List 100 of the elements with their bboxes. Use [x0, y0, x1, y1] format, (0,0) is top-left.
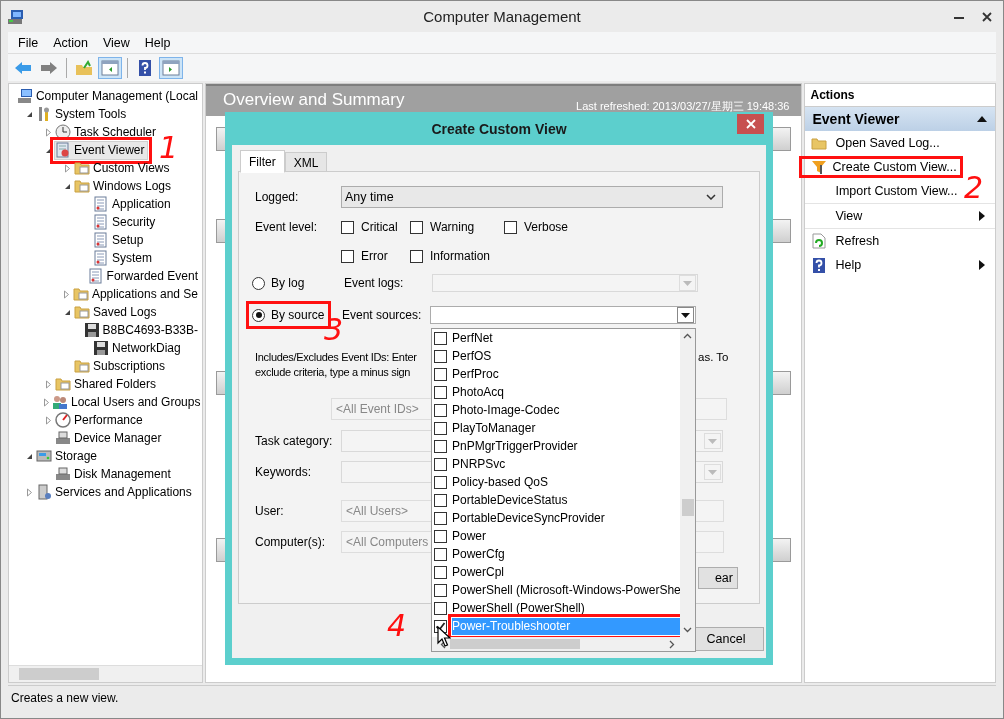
tree-item[interactable]: NetworkDiag	[92, 338, 185, 358]
checkbox[interactable]	[434, 511, 447, 525]
tree-item[interactable]: B8BC4693-B33B-	[82, 320, 202, 340]
tab[interactable]: Filter	[240, 150, 285, 173]
document-icon	[87, 268, 104, 284]
checkbox[interactable]	[434, 439, 447, 453]
tree-item[interactable]: Security	[92, 212, 160, 232]
tree-item[interactable]: Services and Applications	[35, 482, 196, 502]
list-item[interactable]: PerfProc	[452, 365, 505, 383]
checkbox[interactable]	[434, 403, 447, 417]
menu-item[interactable]: Action	[53, 35, 88, 50]
tree-item[interactable]: Device Manager	[54, 428, 166, 448]
pane-toggle-button[interactable]	[98, 56, 122, 79]
log-viewer-icon	[55, 142, 71, 158]
tree-item[interactable]: Computer Management (Local	[15, 86, 202, 106]
tree-item[interactable]: System Tools	[35, 104, 131, 124]
tree-item[interactable]: Setup	[92, 230, 148, 250]
checkbox[interactable]	[434, 421, 447, 435]
tree-item[interactable]: Subscriptions	[73, 356, 170, 376]
command-link[interactable]: Create Custom View...	[802, 159, 960, 175]
checkbox[interactable]	[434, 367, 447, 381]
radio-button[interactable]: By log	[252, 273, 327, 293]
list-item[interactable]: Photo-Image-Codec	[452, 401, 566, 419]
checkbox[interactable]	[434, 385, 447, 399]
collapse-icon[interactable]	[977, 116, 987, 122]
document-icon	[93, 214, 109, 230]
clear-button[interactable]: ear	[698, 567, 738, 589]
checkbox[interactable]: Warning	[410, 220, 504, 234]
checkbox[interactable]	[434, 349, 447, 363]
device-icon	[55, 430, 71, 446]
command-link[interactable]: Import Custom View...	[832, 183, 961, 199]
tree-item[interactable]: Local Users and Groups	[51, 392, 202, 412]
scroll-thumb[interactable]	[19, 668, 99, 680]
list-item[interactable]: PerfOS	[452, 347, 498, 365]
list-item[interactable]: PortableDeviceStatus	[452, 491, 574, 509]
list-item[interactable]: PowerCfg	[452, 545, 511, 563]
window-title: Computer Management	[423, 8, 581, 25]
checkbox[interactable]	[434, 547, 447, 561]
checkbox[interactable]: Information	[410, 249, 520, 263]
checkbox[interactable]	[434, 529, 447, 543]
tree-item[interactable]: Applications and Se	[71, 284, 202, 304]
tree-item[interactable]: Shared Folders	[54, 374, 161, 394]
mouse-cursor-icon	[437, 626, 451, 648]
logged-dropdown[interactable]: Any time	[341, 186, 723, 208]
checkbox[interactable]	[434, 583, 447, 597]
checkbox[interactable]	[434, 331, 447, 345]
folder-icon	[811, 135, 827, 151]
list-item[interactable]: PowerShell (Microsoft-Windows-PowerShe	[452, 581, 680, 599]
tree-item[interactable]: Performance	[54, 410, 147, 430]
tree-item[interactable]: Saved Logs	[73, 302, 161, 322]
pane-toggle-button[interactable]	[159, 56, 183, 79]
scroll-thumb[interactable]	[681, 499, 694, 516]
scrollbar[interactable]	[680, 329, 695, 637]
list-item[interactable]: PowerCpl	[452, 563, 511, 581]
checkbox[interactable]: Verbose	[504, 220, 604, 234]
checkbox[interactable]: Critical	[341, 220, 410, 234]
scroll-right-icon[interactable]	[669, 639, 675, 649]
command-link[interactable]: Refresh	[832, 233, 883, 249]
field-label: Computer(s):	[254, 535, 326, 549]
scrollbar[interactable]	[432, 637, 695, 651]
list-item[interactable]: PerfNet	[452, 329, 499, 347]
scroll-down-icon[interactable]	[683, 627, 692, 633]
list-item[interactable]: PNRPSvc	[452, 455, 512, 473]
list-item[interactable]: PlayToManager	[452, 419, 542, 437]
checkbox[interactable]	[434, 565, 447, 579]
list-item[interactable]: PhotoAcq	[452, 383, 511, 401]
computer-icon	[7, 7, 25, 26]
menu-item[interactable]: Help	[144, 35, 171, 50]
list-item[interactable]: PowerShell (PowerShell)	[452, 599, 591, 617]
section-header[interactable]: Event Viewer	[805, 107, 995, 131]
tree-item[interactable]: System	[92, 248, 156, 268]
checkbox[interactable]: Error	[341, 249, 410, 263]
tree-item[interactable]: Forwarded Event	[86, 266, 202, 286]
gauge-icon	[55, 412, 71, 428]
command-link[interactable]: Help	[832, 257, 865, 273]
device-icon	[55, 466, 71, 482]
command-link[interactable]: View	[832, 208, 866, 224]
checkbox[interactable]	[434, 601, 447, 615]
people-icon	[52, 394, 68, 410]
close-icon	[745, 119, 756, 129]
pane-toggle-icon	[101, 58, 119, 77]
list-item[interactable]: Policy-based QoS	[452, 473, 555, 491]
field-label: Event logs:	[344, 276, 405, 290]
checkbox[interactable]	[434, 457, 447, 471]
tree-item[interactable]: Windows Logs	[73, 176, 176, 196]
scroll-thumb[interactable]	[450, 639, 580, 649]
menu-item[interactable]: View	[102, 35, 130, 50]
list-item[interactable]: Power	[452, 527, 492, 545]
tree-item[interactable]: Application	[92, 194, 175, 214]
scroll-up-icon[interactable]	[683, 333, 692, 339]
list-item[interactable]: PnPMgrTriggerProvider	[452, 437, 584, 455]
list-item[interactable]: PortableDeviceSyncProvider	[452, 509, 611, 527]
scrollbar[interactable]	[9, 665, 202, 682]
dialog-title: Create Custom View	[431, 120, 567, 137]
checkbox[interactable]	[434, 475, 447, 489]
tree-item[interactable]: Storage	[35, 446, 102, 466]
menu-item[interactable]: File	[18, 35, 39, 50]
tree-item[interactable]: Disk Management	[54, 464, 175, 484]
checkbox[interactable]	[434, 493, 447, 507]
command-link[interactable]: Open Saved Log...	[832, 135, 943, 151]
